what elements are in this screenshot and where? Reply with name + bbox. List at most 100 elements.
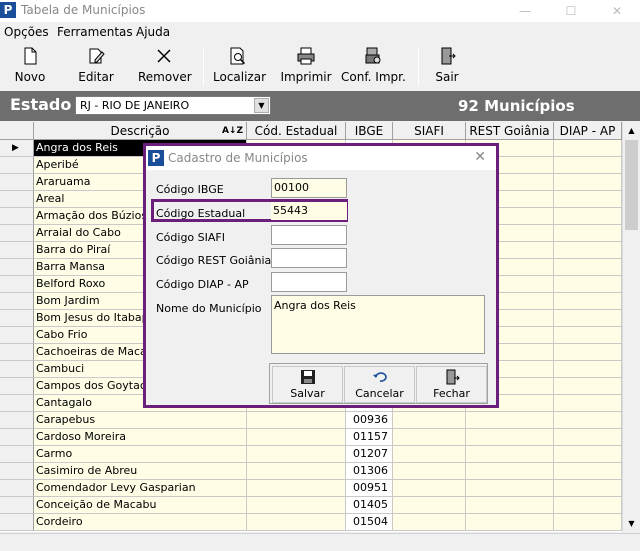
cell-ibge[interactable]: 00936 <box>346 412 393 429</box>
cell-siafi[interactable] <box>393 429 466 446</box>
cell-rest[interactable] <box>466 446 554 463</box>
cell-cod[interactable] <box>247 463 346 480</box>
table-row[interactable]: Cardoso Moreira 01157 <box>0 429 622 446</box>
cell-diap[interactable] <box>554 378 622 395</box>
estado-select[interactable]: RJ - RIO DE JANEIRO ▼ <box>75 96 271 115</box>
cell-diap[interactable] <box>554 446 622 463</box>
cell-ibge[interactable]: 01207 <box>346 446 393 463</box>
codigo-siafi-field[interactable] <box>271 225 347 245</box>
cell-diap[interactable] <box>554 361 622 378</box>
nome-municipio-field[interactable]: Angra dos Reis <box>271 295 485 354</box>
cell-ibge[interactable]: 00951 <box>346 480 393 497</box>
cell-rest[interactable] <box>466 412 554 429</box>
table-row[interactable]: Casimiro de Abreu 01306 <box>0 463 622 480</box>
cell-rest[interactable] <box>466 480 554 497</box>
cell-diap[interactable] <box>554 208 622 225</box>
cell-descricao[interactable]: Casimiro de Abreu <box>34 463 247 480</box>
header-diap-ap[interactable]: DIAP - AP <box>554 122 622 140</box>
menu-opcoes[interactable]: Opções <box>4 25 49 39</box>
vertical-scrollbar[interactable]: ▲ ▼ <box>622 122 640 532</box>
chevron-down-icon[interactable]: ▼ <box>254 98 269 113</box>
dialog-close-icon[interactable]: ✕ <box>474 149 486 165</box>
cell-diap[interactable] <box>554 293 622 310</box>
codigo-ibge-field[interactable]: 00100 <box>271 178 347 198</box>
cell-cod[interactable] <box>247 497 346 514</box>
cell-siafi[interactable] <box>393 412 466 429</box>
cell-diap[interactable] <box>554 480 622 497</box>
cell-descricao[interactable]: Conceição de Macabu <box>34 497 247 514</box>
menu-ferramentas[interactable]: Ferramentas <box>57 25 133 39</box>
cell-cod[interactable] <box>247 412 346 429</box>
cell-cod[interactable] <box>247 514 346 531</box>
cell-ibge[interactable]: 01157 <box>346 429 393 446</box>
cell-diap[interactable] <box>554 140 622 157</box>
cell-diap[interactable] <box>554 463 622 480</box>
cell-rest[interactable] <box>466 514 554 531</box>
cell-siafi[interactable] <box>393 514 466 531</box>
cell-diap[interactable] <box>554 157 622 174</box>
salvar-button[interactable]: Salvar <box>272 366 343 403</box>
cell-diap[interactable] <box>554 327 622 344</box>
cell-cod[interactable] <box>247 480 346 497</box>
novo-button[interactable]: Novo <box>10 46 50 88</box>
cell-descricao[interactable]: Carapebus <box>34 412 247 429</box>
cell-siafi[interactable] <box>393 463 466 480</box>
scroll-thumb[interactable] <box>625 140 638 230</box>
cell-diap[interactable] <box>554 497 622 514</box>
localizar-button[interactable]: Localizar <box>213 46 266 88</box>
codigo-rest-field[interactable] <box>271 248 347 268</box>
sort-az-icon[interactable]: A↓Z <box>222 122 243 140</box>
maximize-icon[interactable]: ☐ <box>548 0 594 22</box>
cell-diap[interactable] <box>554 276 622 293</box>
cell-cod[interactable] <box>247 429 346 446</box>
header-siafi[interactable]: SIAFI <box>393 122 466 140</box>
cell-ibge[interactable]: 01405 <box>346 497 393 514</box>
cell-diap[interactable] <box>554 412 622 429</box>
cell-diap[interactable] <box>554 225 622 242</box>
table-row[interactable]: Comendador Levy Gasparian 00951 <box>0 480 622 497</box>
cell-cod[interactable] <box>247 446 346 463</box>
cell-diap[interactable] <box>554 259 622 276</box>
cancelar-button[interactable]: Cancelar <box>344 366 415 403</box>
remover-button[interactable]: Remover <box>138 46 192 88</box>
header-descricao[interactable]: Descrição A↓Z <box>34 122 247 140</box>
conf-impr-button[interactable]: Conf. Impr. <box>341 46 406 88</box>
fechar-button[interactable]: Fechar <box>416 366 487 403</box>
cell-rest[interactable] <box>466 429 554 446</box>
cell-descricao[interactable]: Cardoso Moreira <box>34 429 247 446</box>
editar-button[interactable]: Editar <box>76 46 116 88</box>
cell-diap[interactable] <box>554 344 622 361</box>
cell-siafi[interactable] <box>393 446 466 463</box>
cell-diap[interactable] <box>554 191 622 208</box>
cell-ibge[interactable]: 01306 <box>346 463 393 480</box>
close-icon[interactable]: ✕ <box>594 0 640 22</box>
cell-rest[interactable] <box>466 497 554 514</box>
table-row[interactable]: Carmo 01207 <box>0 446 622 463</box>
scroll-up-icon[interactable]: ▲ <box>623 122 640 139</box>
cell-diap[interactable] <box>554 310 622 327</box>
cell-diap[interactable] <box>554 395 622 412</box>
header-cod-estadual[interactable]: Cód. Estadual <box>247 122 346 140</box>
cell-rest[interactable] <box>466 463 554 480</box>
header-rest-goiania[interactable]: REST Goiânia <box>466 122 554 140</box>
table-row[interactable]: Conceição de Macabu 01405 <box>0 497 622 514</box>
scroll-down-icon[interactable]: ▼ <box>623 515 640 532</box>
cell-siafi[interactable] <box>393 480 466 497</box>
cell-diap[interactable] <box>554 242 622 259</box>
cell-descricao[interactable]: Cordeiro <box>34 514 247 531</box>
cell-diap[interactable] <box>554 429 622 446</box>
codigo-diap-field[interactable] <box>271 272 347 292</box>
sair-button[interactable]: Sair <box>432 46 462 88</box>
menu-ajuda[interactable]: Ajuda <box>136 25 170 39</box>
cell-descricao[interactable]: Carmo <box>34 446 247 463</box>
cell-siafi[interactable] <box>393 497 466 514</box>
table-row[interactable]: Carapebus 00936 <box>0 412 622 429</box>
cell-ibge[interactable]: 01504 <box>346 514 393 531</box>
header-ibge[interactable]: IBGE <box>346 122 393 140</box>
table-row[interactable]: Cordeiro 01504 <box>0 514 622 531</box>
cell-diap[interactable] <box>554 174 622 191</box>
minimize-icon[interactable]: — <box>502 0 548 22</box>
cell-diap[interactable] <box>554 514 622 531</box>
imprimir-button[interactable]: Imprimir <box>280 46 332 88</box>
codigo-estadual-field[interactable]: 55443 <box>271 202 347 220</box>
